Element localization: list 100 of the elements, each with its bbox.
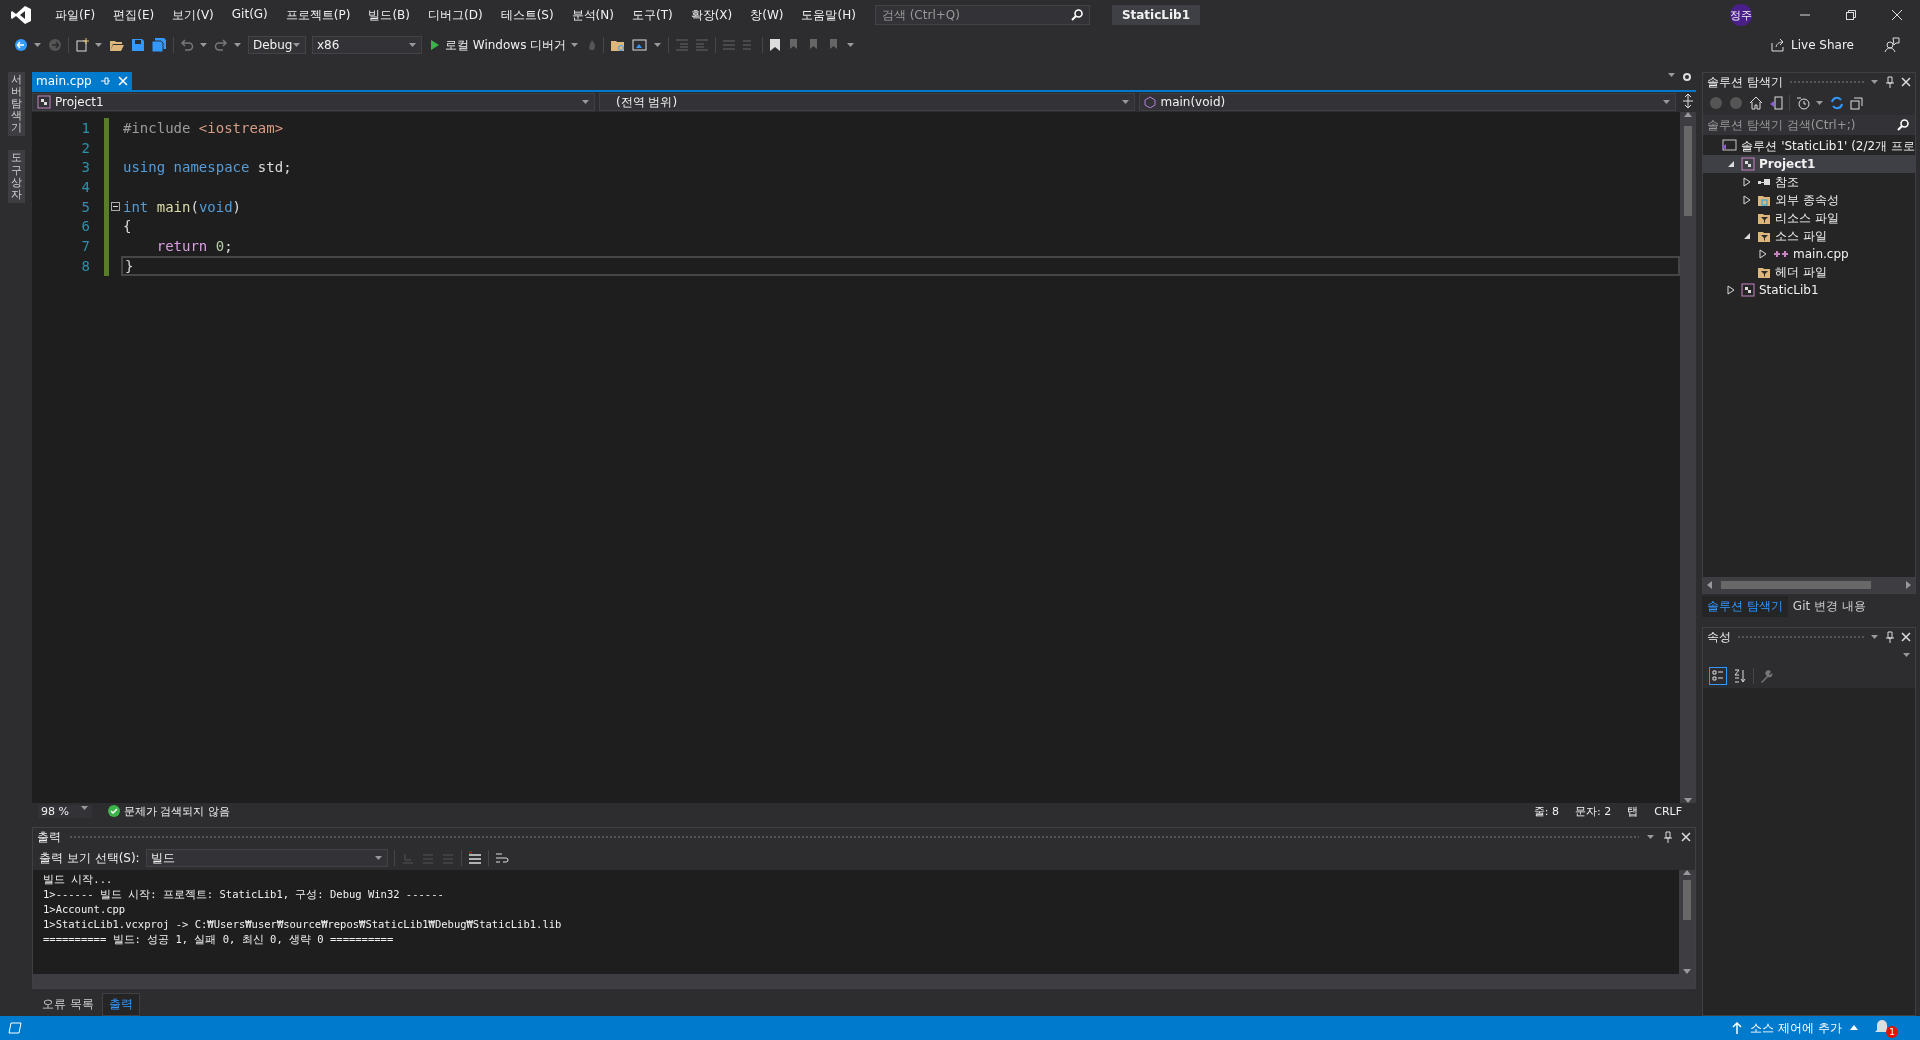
menu-item[interactable]: 프로젝트(P) <box>276 6 360 24</box>
source-control-button[interactable]: 소스 제어에 추가 <box>1726 1018 1864 1038</box>
issues-status[interactable]: 문제가 검색되지 않음 <box>124 803 230 819</box>
collapse-all-icon[interactable] <box>1850 96 1864 110</box>
bookmark-icon[interactable] <box>769 38 782 52</box>
output-window-icon[interactable] <box>8 1022 22 1034</box>
menu-item[interactable]: 빌드(B) <box>359 6 419 24</box>
menu-item[interactable]: 테스트(S) <box>491 6 563 24</box>
fold-icon[interactable] <box>110 202 120 212</box>
dropdown-arrow-icon[interactable] <box>1903 652 1911 658</box>
wrench-icon[interactable] <box>1760 669 1774 683</box>
settings-icon[interactable] <box>1682 72 1692 82</box>
dropdown-arrow-icon[interactable] <box>234 42 242 48</box>
tree-item[interactable]: 헤더 파일 <box>1703 263 1915 281</box>
pin-icon[interactable] <box>1885 631 1895 643</box>
member-dropdown[interactable]: main(void) <box>1139 93 1676 111</box>
redo-icon[interactable] <box>214 38 228 52</box>
close-icon[interactable] <box>1901 77 1911 87</box>
dropdown-arrow-icon[interactable] <box>571 42 580 48</box>
scope-dropdown[interactable]: (전역 범위) <box>598 93 1136 111</box>
refresh-icon[interactable] <box>1830 96 1844 110</box>
expanded-arrow-icon[interactable] <box>1743 232 1751 240</box>
scrollbar-thumb[interactable] <box>1721 581 1871 589</box>
tree-item[interactable]: StaticLib1 <box>1703 281 1915 299</box>
user-avatar[interactable]: 정주 <box>1730 4 1752 26</box>
sort-alphabetical-icon[interactable] <box>1733 669 1747 683</box>
dropdown-arrow-icon[interactable] <box>374 855 383 861</box>
tree-item[interactable]: 외부 종속성 <box>1703 191 1915 209</box>
tree-item[interactable]: Project1 <box>1703 155 1915 173</box>
window-icon[interactable] <box>632 38 649 52</box>
scroll-left-icon[interactable] <box>1707 581 1713 589</box>
split-icon[interactable] <box>1680 93 1696 109</box>
dropdown-arrow-icon[interactable] <box>1122 99 1131 105</box>
menu-item[interactable]: 도구(T) <box>622 6 682 24</box>
dropdown-arrow-icon[interactable] <box>581 99 590 105</box>
browse-folder-icon[interactable] <box>610 38 627 52</box>
zoom-dropdown[interactable]: 98 % <box>38 804 92 818</box>
tree-item[interactable]: 참조 <box>1703 173 1915 191</box>
feedback-icon[interactable] <box>1884 37 1900 53</box>
tree-item[interactable]: 소스 파일 <box>1703 227 1915 245</box>
clear-all-icon[interactable] <box>467 851 482 865</box>
live-share-button[interactable]: Live Share <box>1765 37 1860 53</box>
notifications-button[interactable]: 1 <box>1874 1018 1898 1038</box>
dropdown-arrow-icon[interactable] <box>847 42 856 48</box>
menu-item[interactable]: 창(W) <box>741 6 793 24</box>
configuration-dropdown[interactable]: Debug <box>248 36 306 54</box>
save-all-icon[interactable] <box>151 38 167 52</box>
dropdown-arrow-icon[interactable] <box>654 42 663 48</box>
undo-icon[interactable] <box>180 38 194 52</box>
menu-item[interactable]: 디버그(D) <box>419 6 492 24</box>
indent-indicator[interactable]: 탭 <box>1627 803 1639 819</box>
menu-item[interactable]: 보기(V) <box>163 6 223 24</box>
scrollbar-thumb[interactable] <box>1683 880 1691 920</box>
menu-item[interactable]: 확장(X) <box>681 6 742 24</box>
scrollbar-thumb[interactable] <box>1684 126 1692 216</box>
search-field[interactable]: 검색 (Ctrl+Q) <box>874 5 1090 25</box>
scroll-up-icon[interactable] <box>1683 870 1691 876</box>
menu-item[interactable]: Git(G) <box>222 6 277 24</box>
categorized-icon[interactable] <box>1709 667 1727 685</box>
close-icon[interactable] <box>1681 832 1691 842</box>
dropdown-arrow-icon[interactable] <box>200 42 208 48</box>
dropdown-arrow-icon[interactable] <box>1871 634 1879 640</box>
new-project-icon[interactable] <box>75 38 89 52</box>
side-tab[interactable]: 서버 탐색기 <box>7 72 25 137</box>
dropdown-arrow-icon[interactable] <box>34 42 42 48</box>
menu-item[interactable]: 편집(E) <box>104 6 164 24</box>
collapsed-arrow-icon[interactable] <box>1759 249 1767 259</box>
line-ending-indicator[interactable]: CRLF <box>1654 804 1682 818</box>
panel-tab[interactable]: 출력 <box>101 993 140 1016</box>
save-icon[interactable] <box>131 38 145 52</box>
dropdown-arrow-icon[interactable] <box>1668 72 1676 78</box>
tree-item[interactable]: 솔루션 'StaticLib1' (2/2개 프로 <box>1703 137 1915 155</box>
search-field[interactable]: 솔루션 탐색기 검색(Ctrl+;) <box>1703 115 1915 135</box>
dropdown-arrow-icon[interactable] <box>409 42 417 48</box>
expanded-arrow-icon[interactable] <box>1727 160 1735 168</box>
pin-icon[interactable] <box>1885 76 1895 88</box>
word-wrap-icon[interactable] <box>494 851 509 865</box>
output-source-dropdown[interactable]: 빌드 <box>145 849 388 867</box>
dropdown-arrow-icon[interactable] <box>1816 100 1824 106</box>
side-tab[interactable]: 도구 상자 <box>7 150 25 203</box>
dropdown-arrow-icon[interactable] <box>1871 79 1879 85</box>
home-icon[interactable] <box>1749 96 1763 110</box>
panel-tab[interactable]: Git 변경 내용 <box>1787 596 1871 617</box>
panel-tab[interactable]: 오류 목록 <box>36 993 100 1016</box>
tree-item[interactable]: main.cpp <box>1703 245 1915 263</box>
horizontal-scrollbar[interactable] <box>33 974 1695 988</box>
menu-item[interactable]: 도움말(H) <box>792 6 865 24</box>
start-debugging-button[interactable]: 로컬 Windows 디버거 <box>428 36 582 54</box>
switch-views-icon[interactable] <box>1769 96 1783 110</box>
dropdown-arrow-icon[interactable] <box>1663 99 1671 105</box>
scroll-right-icon[interactable] <box>1905 581 1911 589</box>
dropdown-arrow-icon[interactable] <box>95 42 103 48</box>
history-icon[interactable] <box>1796 96 1810 110</box>
dropdown-arrow-icon[interactable] <box>293 42 301 48</box>
panel-tab[interactable]: 솔루션 탐색기 <box>1702 596 1788 617</box>
menu-item[interactable]: 분석(N) <box>562 6 623 24</box>
dropdown-arrow-icon[interactable] <box>1647 834 1655 840</box>
tree-item[interactable]: 리소스 파일 <box>1703 209 1915 227</box>
project-dropdown[interactable]: Project1 <box>32 93 595 111</box>
platform-dropdown[interactable]: x86 <box>312 36 422 54</box>
